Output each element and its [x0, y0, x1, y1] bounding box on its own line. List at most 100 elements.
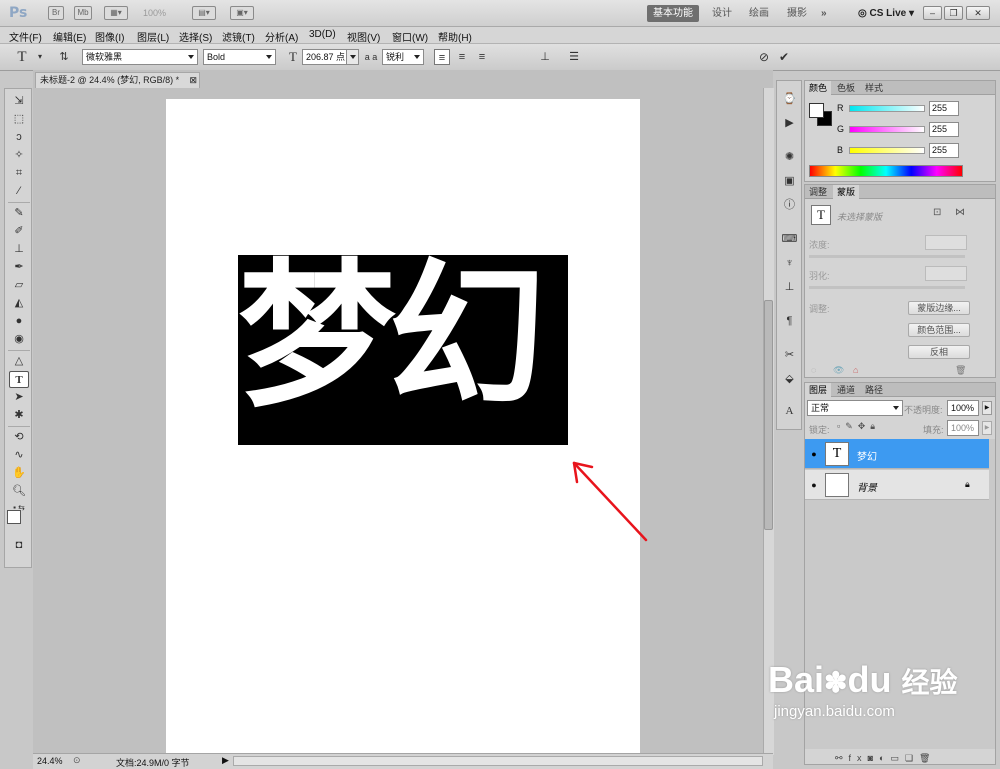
layer-name[interactable]: 梦幻	[857, 448, 877, 463]
close-document-icon[interactable]: ⊠	[189, 73, 197, 88]
pen-tool-icon[interactable]: △	[9, 353, 29, 370]
channel-g-slider[interactable]	[849, 126, 925, 133]
zoom-tool-icon[interactable]: 🔍︎	[9, 483, 29, 500]
align-right-icon[interactable]: ≡	[474, 49, 490, 65]
text-layer-selection[interactable]: 梦幻	[238, 255, 568, 445]
layer-actions-toolbar[interactable]: ⚯fx◙◐▭❏🗑︎	[835, 753, 936, 764]
close-button[interactable]: ✕	[966, 6, 990, 20]
brush-panel-icon[interactable]: ✂	[781, 347, 798, 364]
menu-select[interactable]: 选择(S)	[179, 29, 212, 44]
align-left-icon[interactable]: ≡	[434, 49, 450, 65]
toggle-mask-icon[interactable]: 👁︎	[833, 365, 844, 376]
menu-layer[interactable]: 图层(L)	[137, 29, 169, 44]
opacity-slider-arrow-icon[interactable]: ▶	[982, 401, 992, 415]
foreground-color-swatch[interactable]	[7, 510, 21, 524]
layer-visibility-eye-icon[interactable]: ●	[808, 448, 820, 460]
cs-live-button[interactable]: ◎ CS Live ▾	[852, 5, 920, 22]
menu-analysis[interactable]: 分析(A)	[265, 29, 298, 44]
eraser-tool-icon[interactable]: ▱	[9, 277, 29, 294]
status-info-icon[interactable]: ⊙	[73, 755, 81, 766]
clone-source-icon[interactable]: ♆	[781, 255, 798, 272]
character-panel-icon[interactable]: ☰	[566, 49, 582, 65]
blur-tool-icon[interactable]: ●	[9, 313, 29, 330]
status-menu-arrow-icon[interactable]: ▶	[222, 755, 229, 766]
menu-3d[interactable]: 3D(D)	[309, 29, 336, 40]
layer-row-background[interactable]: ● 背景 🔒︎	[805, 470, 989, 500]
lasso-tool-icon[interactable]: ↄ	[9, 129, 29, 146]
align-center-icon[interactable]: ≡	[454, 49, 470, 65]
warp-text-icon[interactable]: ⊥	[537, 49, 553, 65]
spot-healing-tool-icon[interactable]: ✎	[9, 205, 29, 222]
layer-name[interactable]: 背景	[857, 479, 877, 494]
channel-r-value[interactable]: 255	[929, 101, 959, 116]
path-selection-tool-icon[interactable]: ➤	[9, 389, 29, 406]
layer-visibility-eye-icon[interactable]: ●	[808, 479, 820, 491]
menu-help[interactable]: 帮助(H)	[438, 29, 472, 44]
hand-tool-icon[interactable]: ✋	[9, 465, 29, 482]
layer-style-icon[interactable]: fx	[849, 753, 868, 763]
add-vector-mask-icon[interactable]: ⋈	[955, 207, 965, 218]
opacity-field[interactable]: 100%	[947, 400, 979, 416]
delete-mask-icon[interactable]: 🗑︎	[955, 365, 966, 376]
apply-mask-icon[interactable]: ⌂	[853, 365, 858, 375]
zoom-level-select[interactable]: 100%	[143, 8, 166, 18]
actions-panel-icon[interactable]: ▶	[781, 115, 798, 132]
invert-button[interactable]: 反相	[908, 345, 970, 359]
menu-file[interactable]: 文件(F)	[9, 29, 42, 44]
workspace-design[interactable]: 设计	[706, 5, 738, 22]
menu-view[interactable]: 视图(V)	[347, 29, 380, 44]
font-style-select[interactable]: Bold	[203, 49, 276, 65]
info-panel-icon[interactable]: ⓘ	[781, 197, 798, 214]
workspace-painting[interactable]: 绘画	[743, 5, 775, 22]
tool-presets-icon[interactable]: ⊥	[781, 279, 798, 296]
feather-field[interactable]	[925, 266, 967, 281]
3d-panel-icon[interactable]: ✺	[781, 149, 798, 166]
color-range-button[interactable]: 颜色范围...	[908, 323, 970, 337]
3d-rotate-tool-icon[interactable]: ⟲	[9, 429, 29, 446]
character-panel-icon[interactable]: A	[781, 403, 798, 420]
layer-row-text[interactable]: ● T 梦幻	[805, 439, 989, 469]
fill-field[interactable]: 100%	[947, 420, 979, 436]
new-group-icon[interactable]: ▭	[890, 753, 905, 763]
tab-color[interactable]: 颜色	[805, 81, 832, 95]
menu-image[interactable]: 图像(I)	[95, 29, 124, 44]
eyedropper-tool-icon[interactable]: ⁄	[9, 183, 29, 200]
vertical-scroll-thumb[interactable]	[764, 300, 773, 530]
history-brush-tool-icon[interactable]: ✒	[9, 259, 29, 276]
brush-tool-icon[interactable]: ✐	[9, 223, 29, 240]
restore-button[interactable]: ❐	[944, 6, 963, 20]
add-mask-icon[interactable]: ◙	[868, 753, 879, 763]
more-workspaces-chevron-icon[interactable]: »	[815, 5, 833, 22]
view-extras-icon[interactable]: ▦▾	[104, 6, 128, 20]
quick-selection-tool-icon[interactable]: ✧	[9, 147, 29, 164]
workspace-photography[interactable]: 摄影	[781, 5, 813, 22]
menu-edit[interactable]: 编辑(E)	[53, 29, 86, 44]
preset-dropdown-icon[interactable]: ▾	[32, 49, 48, 65]
minimize-button[interactable]: –	[923, 6, 942, 20]
tab-layers[interactable]: 图层	[805, 383, 832, 397]
history-panel-icon[interactable]: ⌚	[781, 91, 798, 108]
feather-slider[interactable]	[809, 286, 965, 289]
menu-window[interactable]: 窗口(W)	[392, 29, 428, 44]
channel-g-value[interactable]: 255	[929, 122, 959, 137]
delete-layer-icon[interactable]: 🗑︎	[919, 753, 936, 763]
add-pixel-mask-icon[interactable]: ⊡	[933, 207, 941, 218]
font-family-select[interactable]: 微软雅黑	[82, 49, 198, 65]
fill-slider-arrow-icon[interactable]: ▶	[982, 421, 992, 435]
brush-presets-icon[interactable]: ⌨	[781, 231, 798, 248]
shape-tool-icon[interactable]: ✱	[9, 407, 29, 424]
new-layer-icon[interactable]: ❏	[905, 753, 919, 763]
crop-tool-icon[interactable]: ⌗	[9, 165, 29, 182]
density-slider[interactable]	[809, 255, 965, 258]
menu-filter[interactable]: 滤镜(T)	[222, 29, 255, 44]
cancel-edits-icon[interactable]: ⊘	[756, 49, 772, 65]
zoom-field[interactable]: 24.4%	[37, 756, 63, 766]
tab-paths[interactable]: 路径	[861, 383, 887, 397]
commit-edits-icon[interactable]: ✔	[776, 49, 792, 65]
tab-swatches[interactable]: 色板	[833, 81, 859, 95]
antialias-select[interactable]: 锐利	[382, 49, 424, 65]
load-selection-icon[interactable]: ◌	[811, 365, 816, 375]
mini-bridge-panel-icon[interactable]: ▣	[781, 173, 798, 190]
marquee-tool-icon[interactable]: ⬚	[9, 111, 29, 128]
document-tab[interactable]: 未标题-2 @ 24.4% (梦幻, RGB/8) * ⊠	[35, 72, 200, 88]
